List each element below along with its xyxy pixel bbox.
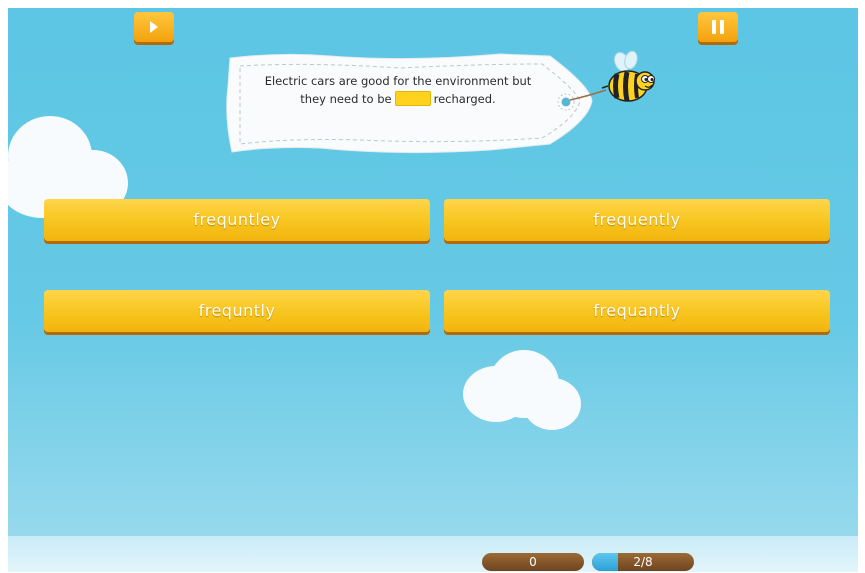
play-button[interactable] (134, 12, 174, 42)
pause-icon-bar (720, 20, 724, 34)
question-line-2-start: they need to be (300, 92, 392, 106)
question-line-2: they need to be recharged. (238, 90, 558, 108)
pause-button[interactable] (698, 12, 738, 42)
question-line-1: Electric cars are good for the environme… (264, 74, 532, 88)
answer-option-4[interactable]: frequantly (444, 290, 830, 332)
cloud-center (463, 348, 588, 438)
ground-strip (8, 536, 858, 572)
answer-blank (394, 91, 431, 106)
answer-option-1[interactable]: frequntley (44, 199, 430, 241)
progress-label: 2/8 (633, 555, 653, 569)
question-text: Electric cars are good for the environme… (238, 72, 558, 108)
play-icon (150, 21, 158, 33)
score-counter: 0 (482, 553, 584, 571)
answer-option-3[interactable]: frequntly (44, 290, 430, 332)
progress-bar: 2/8 (592, 553, 694, 571)
pause-icon (712, 20, 716, 34)
game-stage: Electric cars are good for the environme… (8, 8, 858, 572)
answer-option-2[interactable]: frequently (444, 199, 830, 241)
bee-icon (601, 50, 655, 102)
question-line-2-end: recharged. (433, 92, 496, 106)
